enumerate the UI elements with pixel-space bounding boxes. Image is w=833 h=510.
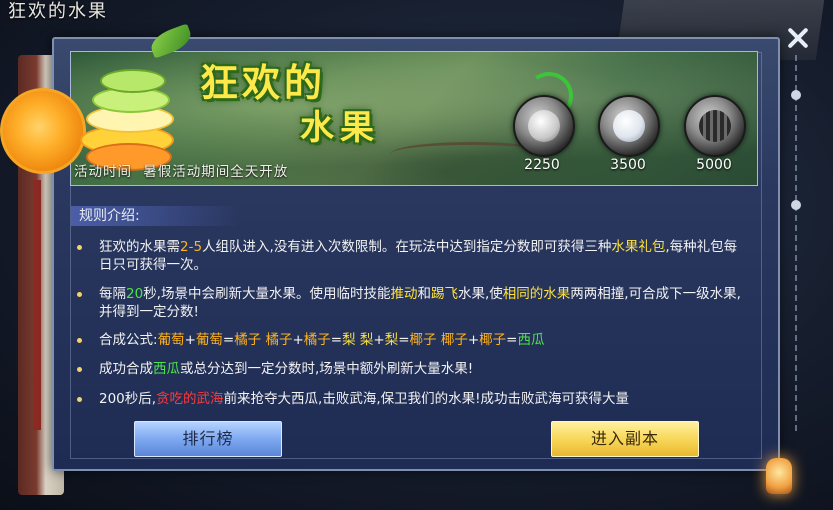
lantern-icon	[766, 458, 792, 494]
rule-segment: 秒,场景中会刷新大量水果。使用临时技能	[143, 286, 391, 302]
window-title: 狂欢的水果	[8, 1, 108, 22]
rule-segment: =	[330, 332, 343, 348]
enter-dungeon-button[interactable]: 进入副本	[551, 421, 699, 457]
book-spine	[33, 180, 41, 430]
rule-segment: 西瓜	[153, 361, 180, 377]
rule-segment: 2-5	[180, 239, 203, 255]
ranking-button[interactable]: 排行榜	[134, 421, 282, 457]
rule-segment: 和	[417, 286, 431, 302]
rule-segment: +	[184, 332, 196, 348]
rule-segment: 梨	[359, 332, 374, 348]
rule-item-2: 每隔20秒,场景中会刷新大量水果。使用临时技能推动和踢飞水果,使相同的水果两两相…	[77, 285, 742, 321]
rule-segment: 西瓜	[517, 332, 545, 348]
rule-text: 成功合成西瓜或总分达到一定分数时,场景中额外刷新大量水果!	[99, 360, 749, 378]
bullet-icon	[77, 292, 82, 297]
reward-score-1: 2250	[524, 157, 560, 173]
close-icon[interactable]	[785, 25, 811, 51]
rule-text: 狂欢的水果需2-5人组队进入,没有进入次数限制。在玩法中达到指定分数即可获得三种…	[99, 238, 749, 274]
rule-segment: 或总分达到一定分数时,场景中额外刷新大量水果!	[180, 361, 474, 377]
rule-segment: +	[373, 332, 385, 348]
chain-bead	[791, 90, 801, 100]
rule-segment: 前来抢夺大西瓜,击败武海,保卫我们的水果!成功击败武海可获得大量	[223, 391, 630, 407]
logo-line-1: 狂欢的	[200, 60, 327, 105]
rule-segment: 踢飞	[430, 286, 458, 302]
rule-item-5: 200秒后,贪吃的武海前来抢夺大西瓜,击败武海,保卫我们的水果!成功击败武海可获…	[77, 390, 742, 408]
bullet-icon	[77, 397, 82, 402]
activity-time-label: 活动时间	[74, 164, 132, 180]
silver-gift-ball-icon	[613, 110, 645, 142]
rule-item-3: 合成公式:葡萄+葡萄=橘子 橘子+橘子=梨 梨+梨=椰子 椰子+椰子=西瓜	[77, 331, 742, 349]
rule-segment: 人组队进入,没有进入次数限制。在玩法中达到指定分数即可获得三种	[202, 239, 612, 255]
white-gift-ball-icon	[528, 110, 560, 142]
rule-segment: 橘子	[265, 332, 293, 348]
bullet-icon	[77, 338, 82, 343]
rule-segment: 相同的水果	[502, 286, 571, 302]
rule-segment: 200秒后,	[99, 391, 157, 407]
reward-box-2[interactable]	[598, 95, 660, 157]
rule-segment: 葡萄	[195, 332, 223, 348]
rule-segment: 贪吃的武海	[156, 391, 224, 407]
rule-segment: 每隔	[99, 286, 126, 302]
rule-segment: 成功合成	[99, 361, 153, 377]
bullet-icon	[77, 245, 82, 250]
reward-box-1[interactable]	[513, 95, 575, 157]
rule-segment: 20	[126, 286, 144, 302]
rule-item-4: 成功合成西瓜或总分达到一定分数时,场景中额外刷新大量水果!	[77, 360, 742, 378]
rule-item-1: 狂欢的水果需2-5人组队进入,没有进入次数限制。在玩法中达到指定分数即可获得三种…	[77, 238, 742, 274]
rule-text: 200秒后,贪吃的武海前来抢夺大西瓜,击败武海,保卫我们的水果!成功击败武海可获…	[99, 390, 749, 408]
rule-segment: 合成公式:	[99, 332, 158, 348]
rule-segment: +	[467, 332, 480, 348]
logo-line-2: 水果	[300, 108, 380, 148]
chain-bead	[791, 200, 801, 210]
rule-segment: 椰子	[479, 332, 507, 348]
rule-segment: 水果,使	[457, 286, 503, 302]
bullet-icon	[77, 367, 82, 372]
rule-segment: 推动	[390, 286, 418, 302]
rule-segment: =	[222, 332, 235, 348]
rule-segment: 梨	[384, 332, 399, 348]
rule-segment: 橘子	[303, 332, 331, 348]
rule-segment: 椰子	[440, 332, 468, 348]
rule-segment: +	[292, 332, 304, 348]
rule-segment: 水果礼包	[611, 239, 666, 255]
hanging-chain	[795, 55, 797, 435]
rule-segment: 橘子	[234, 332, 262, 348]
reward-box-3[interactable]	[684, 95, 746, 157]
activity-time-value: 暑假活动期间全天开放	[143, 164, 289, 180]
rule-segment: =	[398, 332, 410, 348]
rule-segment: 椰子	[409, 332, 437, 348]
rules-title: 规则介绍:	[71, 206, 239, 226]
rule-text: 合成公式:葡萄+葡萄=橘子 橘子+橘子=梨 梨+梨=椰子 椰子+椰子=西瓜	[99, 331, 749, 349]
rule-segment: 狂欢的水果需	[99, 239, 180, 255]
rule-text: 每隔20秒,场景中会刷新大量水果。使用临时技能推动和踢飞水果,使相同的水果两两相…	[99, 285, 749, 321]
rule-segment: =	[506, 332, 518, 348]
reward-score-2: 3500	[610, 157, 646, 173]
reward-score-3: 5000	[696, 157, 732, 173]
watermelon-gift-ball-icon	[699, 110, 731, 142]
rule-segment: 梨	[342, 332, 356, 348]
rule-segment: 葡萄	[157, 332, 185, 348]
activity-time: 活动时间 暑假活动期间全天开放	[74, 160, 288, 180]
